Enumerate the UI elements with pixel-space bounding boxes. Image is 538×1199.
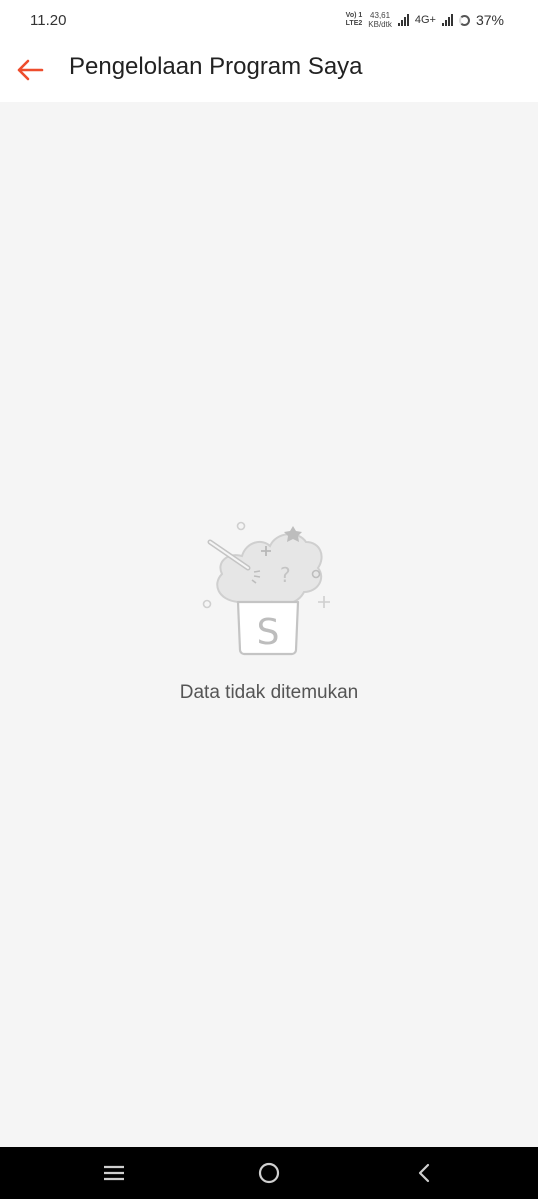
main-content: ? S Data tidak ditemukan	[0, 102, 538, 1147]
app-header: Pengelolaan Program Saya	[0, 40, 538, 102]
status-icons: Vo) 1 LTE2 43,61 KB/dtk 4G+ 37%	[346, 8, 504, 32]
back-chevron-icon	[418, 1163, 430, 1183]
status-time: 11.20	[30, 12, 67, 29]
back-button[interactable]	[12, 52, 48, 88]
battery-percent: 37%	[475, 12, 504, 28]
menu-icon	[104, 1165, 124, 1181]
back-nav-button[interactable]	[404, 1157, 444, 1189]
empty-state-message: Data tidak ditemukan	[179, 682, 359, 703]
recent-apps-button[interactable]	[94, 1157, 134, 1189]
network-type: 4G+	[414, 14, 436, 26]
signal-icon-1	[397, 14, 409, 26]
speed-value: 43,61	[370, 11, 391, 20]
volte-bottom-label: LTE2	[345, 20, 363, 27]
battery-icon	[458, 14, 470, 26]
status-bar: 11.20 Vo) 1 LTE2 43,61 KB/dtk 4G+ 37%	[0, 0, 538, 40]
home-button[interactable]	[249, 1157, 289, 1189]
volte-indicator: Vo) 1 LTE2	[346, 12, 363, 28]
empty-state-illustration: ? S	[202, 521, 330, 656]
svg-text:?: ?	[280, 563, 291, 587]
home-circle-icon	[258, 1162, 280, 1184]
signal-icon-2	[441, 14, 453, 26]
system-nav-bar	[0, 1147, 538, 1199]
empty-logo-letter: S	[257, 612, 280, 653]
back-arrow-icon	[17, 59, 44, 81]
speed-unit: KB/dtk	[368, 20, 392, 29]
volte-top-label: Vo) 1	[345, 12, 363, 19]
network-speed: 43,61 KB/dtk	[368, 11, 392, 29]
page-title: Pengelolaan Program Saya	[69, 53, 363, 80]
